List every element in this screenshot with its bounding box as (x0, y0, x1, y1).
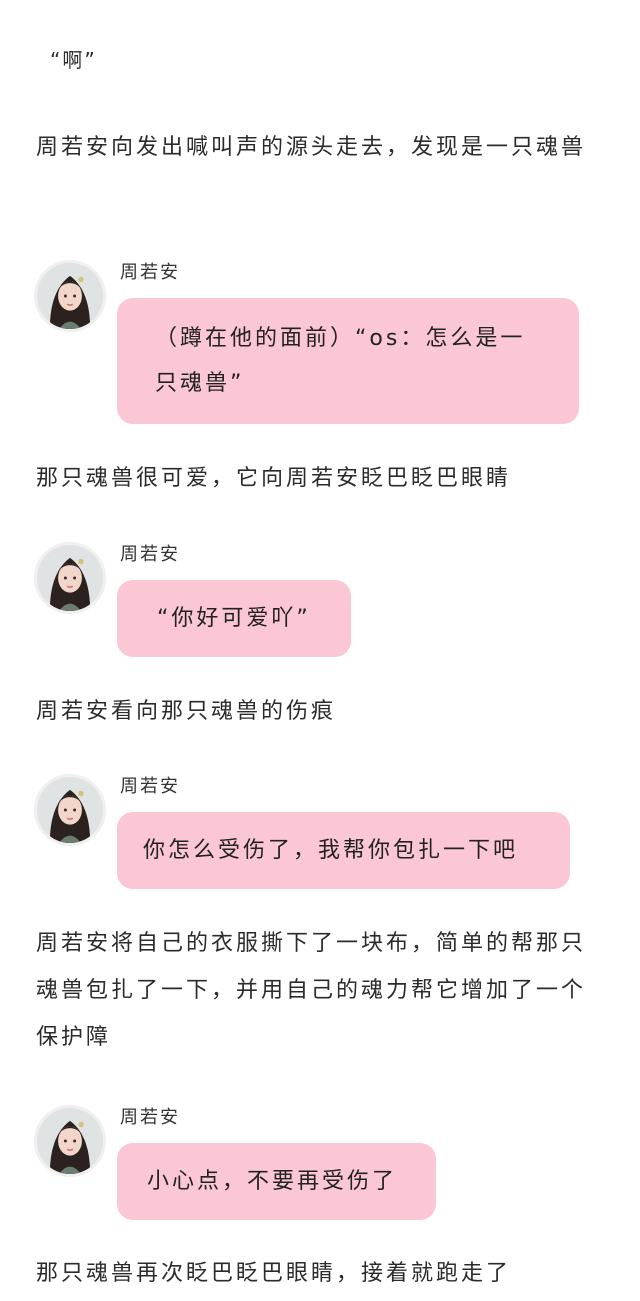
character-avatar-icon (37, 1108, 103, 1174)
speaker-name: 周若安 (120, 544, 180, 565)
message-bubble: 你怎么受伤了，我帮你包扎一下吧 (117, 812, 570, 889)
narration-4: 周若安将自己的衣服撕下了一块布，简单的帮那只魂兽包扎了一下，并用自己的魂力帮它增… (36, 931, 587, 1050)
narration-5: 那只魂兽再次眨巴眨巴眼睛，接着就跑走了 (36, 1261, 512, 1286)
narration-3: 周若安看向那只魂兽的伤痕 (36, 699, 337, 724)
avatar[interactable] (34, 774, 106, 846)
message-bubble: “你好可爱吖” (117, 580, 351, 657)
opening-quote: “啊” (50, 48, 97, 72)
speaker-name: 周若安 (120, 262, 180, 283)
speaker-name: 周若安 (120, 776, 180, 797)
avatar[interactable] (34, 260, 106, 332)
narration-1: 周若安向发出喊叫声的源头走去，发现是一只魂兽 (36, 135, 587, 160)
avatar[interactable] (34, 1105, 106, 1177)
message-bubble: 小心点，不要再受伤了 (117, 1143, 436, 1220)
character-avatar-icon (37, 545, 103, 611)
narration-2: 那只魂兽很可爱，它向周若安眨巴眨巴眼睛 (36, 466, 512, 491)
message-bubble: （蹲在他的面前）“os：怎么是一只魂兽” (117, 298, 579, 424)
character-avatar-icon (37, 777, 103, 843)
character-avatar-icon (37, 263, 103, 329)
avatar[interactable] (34, 542, 106, 614)
speaker-name: 周若安 (120, 1107, 180, 1128)
